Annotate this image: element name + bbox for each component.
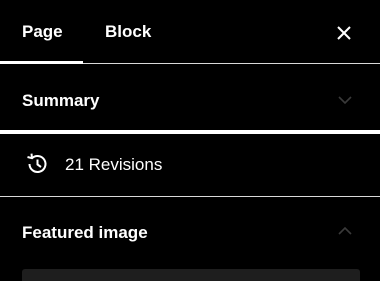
featured-image-panel[interactable]: Featured image	[0, 197, 380, 281]
tab-block[interactable]: Block	[105, 0, 151, 64]
active-tab-indicator	[0, 61, 83, 64]
close-icon	[337, 26, 351, 40]
sidebar-tabs: Page Block	[0, 0, 380, 64]
revisions-label: 21 Revisions	[65, 155, 163, 174]
chevron-down-icon	[338, 96, 352, 105]
close-button[interactable]	[334, 23, 354, 43]
settings-sidebar: Page Block Summary 21 Revisions Featured…	[0, 0, 380, 281]
history-icon	[27, 153, 47, 173]
summary-panel[interactable]: Summary	[0, 65, 380, 130]
summary-title: Summary	[22, 91, 100, 110]
chevron-up-icon	[338, 226, 352, 235]
featured-image-dropzone[interactable]	[22, 269, 360, 281]
tab-page[interactable]: Page	[22, 0, 63, 64]
revisions-link[interactable]: 21 Revisions	[0, 134, 380, 197]
featured-image-title: Featured image	[22, 223, 148, 242]
